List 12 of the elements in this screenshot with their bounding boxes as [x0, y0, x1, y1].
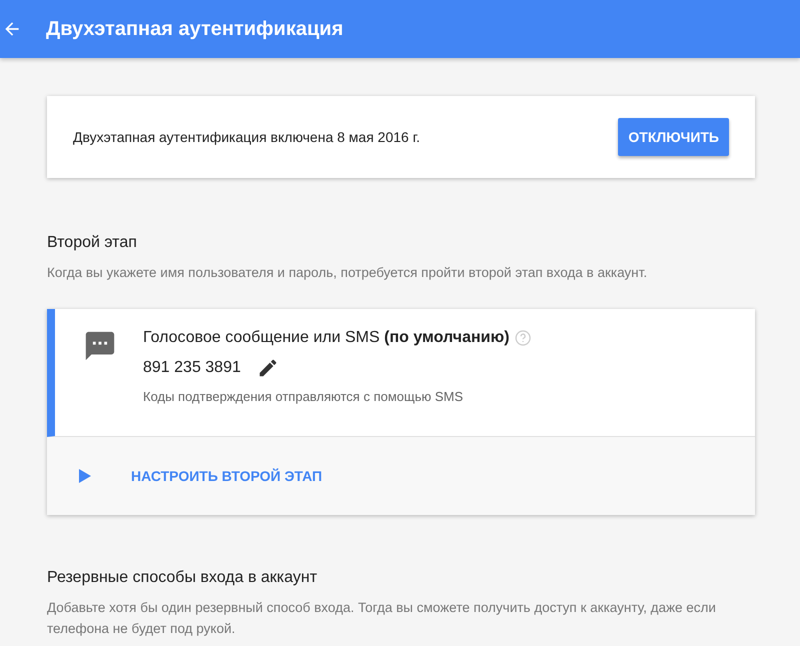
section-title: Второй этап [47, 234, 138, 252]
play-triangle-icon[interactable] [79, 469, 91, 483]
page-title: Двухэтапная аутентификация [46, 18, 344, 40]
section-title: Резервные способы входа в аккаунт [47, 569, 318, 587]
section-description: Добавьте хотя бы один резервный способ входа. Тогда вы сможете получить доступ к аккаунту, даже если телефона не будет под рукой. [47, 599, 717, 638]
status-text: Двухэтапная аутентификация включена 8 мая 2016 г. [73, 129, 420, 145]
method-note: Коды подтверждения отправляются с помощью SMS [143, 389, 464, 404]
setup-link[interactable]: НАСТРОИТЬ ВТОРОЙ ЭТАП [131, 468, 322, 484]
section-description: Когда вы укажете имя пользователя и пароль, потребуется пройти второй этап входа в аккаунт. [47, 264, 648, 282]
phone-number: 891 235 3891 [143, 359, 241, 377]
disable-button[interactable]: ОТКЛЮЧИТЬ [618, 118, 729, 156]
method-title: Голосовое сообщение или SMS (по умолчанию) [143, 329, 510, 347]
